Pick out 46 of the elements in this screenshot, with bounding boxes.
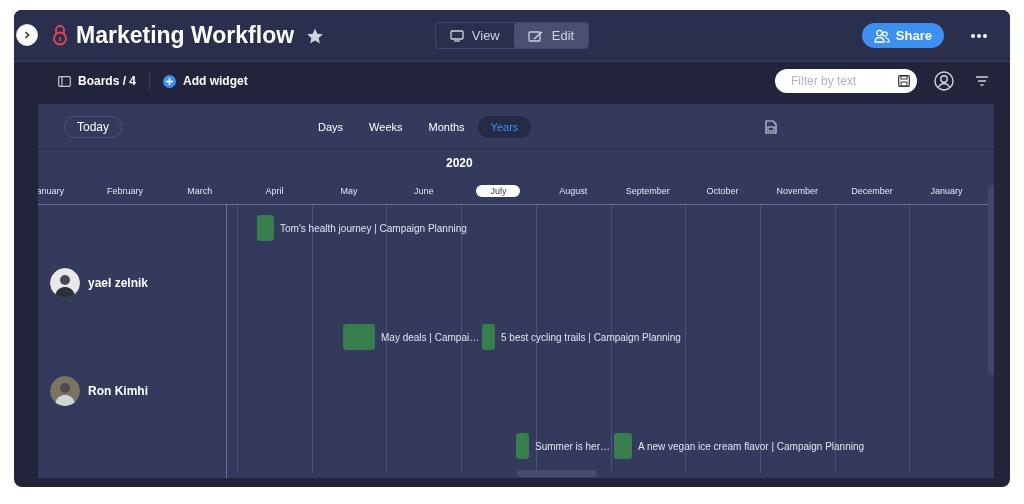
save-icon[interactable] xyxy=(898,75,910,87)
filter-icon[interactable] xyxy=(976,76,988,86)
monitor-icon xyxy=(449,29,464,42)
person-name: Ron Kimhi xyxy=(88,384,148,398)
item-label[interactable]: A new vegan ice cream flavor | Campaign Planning xyxy=(638,440,865,452)
scale-tab[interactable]: Years xyxy=(477,115,532,138)
person-name: yael zelnik xyxy=(88,276,149,290)
month-label: November xyxy=(775,185,819,197)
item-label[interactable]: 5 best cycling trails | Campaign Planning xyxy=(501,331,681,343)
month-label: July xyxy=(476,185,521,197)
scale-tab[interactable]: Days xyxy=(305,115,357,138)
sidebar-icon xyxy=(58,75,71,87)
view-mode-tab[interactable]: Edit xyxy=(513,23,589,48)
scale-tab[interactable]: Months xyxy=(415,115,478,138)
month-label: February xyxy=(106,185,145,197)
item-label[interactable]: Tom's health journey | Campaign Planning xyxy=(280,222,467,234)
item-label[interactable]: May deals | Campai… xyxy=(381,331,480,343)
item-label[interactable]: Summer is her… xyxy=(535,440,610,452)
avatar xyxy=(50,268,80,298)
chevron-icon xyxy=(22,30,32,40)
month-label: May xyxy=(339,185,359,197)
boards-button[interactable]: Boards / 4 xyxy=(58,74,137,88)
month-label: September xyxy=(624,185,671,197)
add-widget-button[interactable]: Add widget xyxy=(163,74,248,88)
scrollbar[interactable] xyxy=(517,470,597,477)
lock-icon xyxy=(52,23,68,46)
document-icon[interactable] xyxy=(765,119,778,134)
year-label: 2020 xyxy=(446,156,473,170)
view-mode-tab[interactable]: View xyxy=(435,23,514,48)
avatar xyxy=(50,376,80,406)
people-icon xyxy=(873,28,890,43)
more-icon[interactable] xyxy=(970,32,988,39)
month-label: October xyxy=(705,185,740,197)
filter-field[interactable]: Filter by text xyxy=(775,69,917,93)
scale-tab[interactable]: Weeks xyxy=(356,115,416,138)
scrollbar[interactable] xyxy=(988,185,994,375)
board-title: Marketing Workflow xyxy=(76,22,295,49)
month-label: December xyxy=(850,185,894,197)
month-label: March xyxy=(186,185,214,197)
plus-icon xyxy=(163,74,177,88)
month-label: April xyxy=(264,185,285,197)
month-label: January xyxy=(929,185,964,197)
month-label: June xyxy=(413,185,435,197)
edit-icon xyxy=(527,29,544,42)
person-icon[interactable] xyxy=(934,71,954,91)
month-label: August xyxy=(558,185,589,197)
